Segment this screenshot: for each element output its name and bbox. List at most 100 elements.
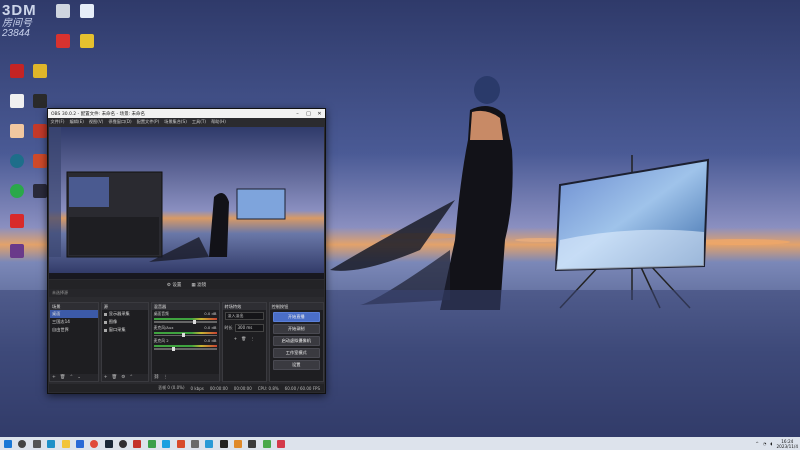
transition-type-select[interactable]: 淡入淡出 bbox=[224, 312, 264, 320]
volume-icon[interactable]: ◖ bbox=[770, 441, 772, 446]
desktop-icon-14[interactable] bbox=[4, 214, 30, 240]
volume-meter bbox=[153, 345, 217, 347]
game-icon[interactable] bbox=[133, 439, 142, 448]
scene-item[interactable]: 三国志14 bbox=[50, 318, 98, 326]
music-icon[interactable] bbox=[147, 439, 156, 448]
app-icon[interactable] bbox=[176, 439, 185, 448]
desktop-icon-recycle[interactable] bbox=[74, 4, 100, 30]
chat-icon[interactable] bbox=[162, 439, 171, 448]
menu-file[interactable]: 文件(F) bbox=[48, 119, 67, 125]
delete-icon[interactable]: 🗑 bbox=[241, 336, 246, 341]
menu-tools[interactable]: 工具(T) bbox=[189, 119, 208, 125]
close-icon[interactable]: ✕ bbox=[314, 111, 325, 117]
link-icon[interactable]: ⛓ bbox=[154, 375, 160, 380]
clock[interactable]: 16:24 2023/11/4 bbox=[777, 439, 798, 449]
source-label: 显示器采集 bbox=[108, 311, 130, 316]
volume-meter bbox=[153, 331, 217, 334]
gear-icon[interactable]: ⚙ bbox=[121, 375, 125, 380]
app-icon bbox=[33, 154, 47, 168]
settings-toolbar-button[interactable]: ⚙ 设置 bbox=[167, 282, 181, 288]
app-icon[interactable] bbox=[248, 439, 257, 448]
menu-view[interactable]: 视图(V) bbox=[86, 119, 106, 125]
network-icon[interactable]: ◔ bbox=[763, 441, 767, 446]
fps-readout: 60.00 / 60.00 FPS bbox=[284, 385, 320, 391]
volume-slider-knob[interactable] bbox=[172, 346, 176, 351]
app-icon bbox=[10, 64, 24, 78]
source-item[interactable]: 显示器采集 bbox=[102, 310, 148, 318]
delete-icon[interactable]: 🗑 bbox=[60, 375, 66, 380]
start-icon[interactable] bbox=[4, 439, 12, 448]
app-icon[interactable] bbox=[205, 439, 214, 448]
bitrate: 0 kbps bbox=[190, 385, 204, 391]
desktop-icon-15[interactable] bbox=[4, 244, 30, 270]
obs-icon[interactable] bbox=[119, 439, 127, 448]
volume-slider[interactable] bbox=[153, 319, 217, 324]
volume-slider[interactable] bbox=[153, 333, 217, 337]
mixer-dock-footer: ⛓ ⋮ bbox=[151, 374, 219, 381]
transition-duration-input[interactable]: 300 ms bbox=[234, 324, 264, 332]
more-icon[interactable]: ⋮ bbox=[163, 375, 168, 380]
chevron-up-icon[interactable]: ^ bbox=[756, 441, 759, 446]
search-icon[interactable] bbox=[18, 439, 27, 448]
desktop-icon-5[interactable] bbox=[27, 64, 53, 90]
app-icon[interactable] bbox=[234, 439, 242, 448]
desktop-icon-2[interactable] bbox=[50, 34, 76, 60]
obs-window-title: OBS 30.0.2 - 配置文件: 未命名 - 场景: 未命名 bbox=[51, 111, 146, 117]
scene-item[interactable]: 自由世界 bbox=[50, 326, 98, 334]
app-icon[interactable] bbox=[277, 439, 286, 448]
volume-slider-knob[interactable] bbox=[192, 319, 196, 324]
app-icon[interactable] bbox=[190, 439, 199, 448]
document-icon bbox=[10, 94, 24, 108]
taskview-icon[interactable] bbox=[32, 439, 41, 448]
menu-profile[interactable]: 配置文件(P) bbox=[134, 119, 162, 125]
mixer-channel-db: 0.0 dB bbox=[204, 324, 217, 330]
menu-help[interactable]: 帮助(H) bbox=[209, 119, 229, 125]
start-streaming-button[interactable]: 开始直播 bbox=[272, 312, 320, 322]
source-item[interactable]: 图像 bbox=[102, 318, 148, 326]
explorer-icon[interactable] bbox=[61, 439, 70, 448]
arrow-up-icon[interactable]: ⌃ bbox=[70, 375, 74, 380]
volume-slider[interactable] bbox=[153, 346, 217, 351]
desktop-icon-1[interactable] bbox=[50, 4, 76, 30]
more-icon[interactable]: ⋮ bbox=[250, 336, 254, 341]
minimize-icon[interactable]: – bbox=[292, 111, 303, 117]
desktop-icon-3[interactable] bbox=[74, 34, 100, 60]
app-icon bbox=[33, 64, 47, 78]
obs-source-toolbar: ⚙ 设置 ▦ 滤镜 bbox=[49, 280, 324, 289]
chrome-icon[interactable] bbox=[90, 439, 99, 448]
studio-mode-button[interactable]: 工作室模式 bbox=[272, 348, 320, 358]
volume-meter bbox=[153, 318, 217, 320]
filters-toolbar-button[interactable]: ▦ 滤镜 bbox=[191, 282, 206, 288]
edge-icon[interactable] bbox=[47, 439, 56, 448]
delete-icon[interactable]: 🗑 bbox=[112, 375, 118, 380]
maximize-icon[interactable]: □ bbox=[303, 111, 314, 117]
scene-item[interactable]: 桌面 bbox=[50, 310, 98, 318]
store-icon[interactable] bbox=[75, 439, 84, 448]
obs-preview[interactable] bbox=[49, 127, 324, 279]
add-icon[interactable]: + bbox=[52, 375, 56, 380]
steam-icon[interactable] bbox=[104, 439, 113, 448]
arrow-down-icon[interactable]: ⌄ bbox=[77, 375, 81, 380]
start-virtual-camera-button[interactable]: 启动虚拟摄像机 bbox=[272, 336, 320, 346]
source-item[interactable]: 窗口采集 bbox=[102, 326, 148, 334]
mixer-channel-db: 0.0 dB bbox=[204, 338, 217, 343]
scenes-dock: 场景 桌面 三国志14 自由世界 + 🗑 ⌃ ⌄ bbox=[49, 302, 99, 382]
menu-edit[interactable]: 编辑(E) bbox=[67, 119, 86, 125]
settings-button[interactable]: 设置 bbox=[272, 360, 320, 370]
monitor-icon bbox=[103, 312, 107, 316]
app-icon[interactable] bbox=[262, 439, 271, 448]
app-icon[interactable] bbox=[219, 439, 228, 448]
add-icon[interactable]: + bbox=[104, 375, 108, 380]
mixer-channel: 麦克风/Aux 0.0 dB bbox=[152, 324, 219, 337]
menu-scene-collection[interactable]: 场景集合(S) bbox=[162, 119, 190, 125]
source-label: 图像 bbox=[108, 319, 118, 324]
menu-docks[interactable]: 停靠窗口(D) bbox=[106, 119, 134, 125]
add-icon[interactable]: + bbox=[234, 336, 237, 341]
volume-slider-knob[interactable] bbox=[181, 333, 185, 337]
stream-time: 00:00:00 bbox=[209, 385, 228, 391]
arrow-up-icon[interactable]: ⌃ bbox=[129, 375, 133, 380]
mixer-dock-title: 混音器 bbox=[151, 303, 219, 310]
obs-titlebar[interactable]: OBS 30.0.2 - 配置文件: 未命名 - 场景: 未命名 – □ ✕ bbox=[48, 109, 325, 118]
scenes-dock-title: 场景 bbox=[50, 303, 98, 310]
start-recording-button[interactable]: 开始录制 bbox=[272, 324, 320, 334]
